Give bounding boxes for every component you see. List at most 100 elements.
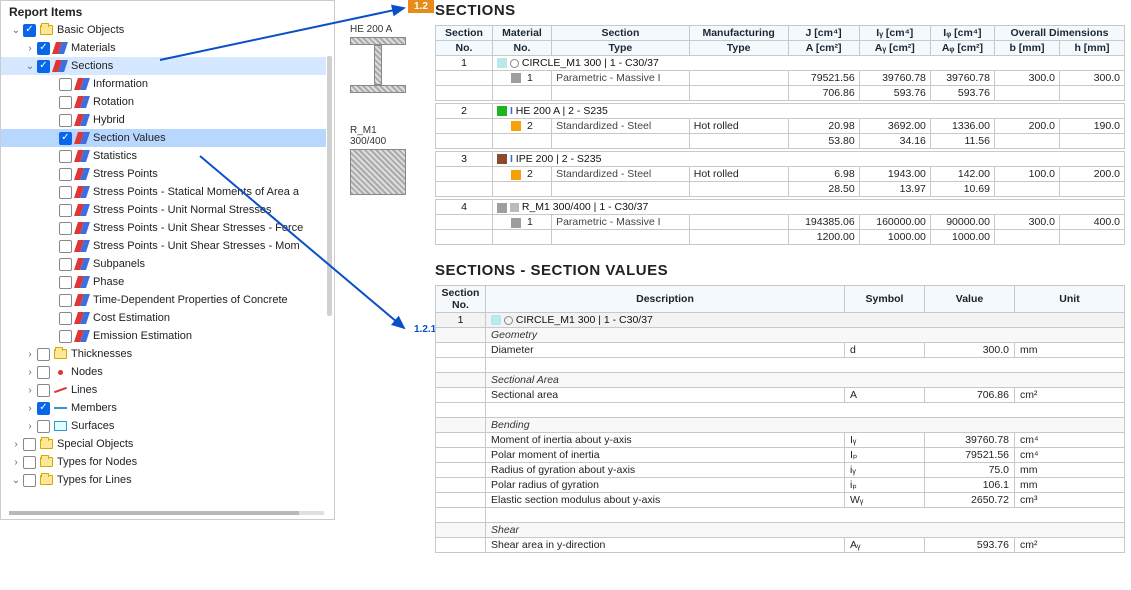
- label: Nodes: [71, 366, 103, 378]
- twisty-icon[interactable]: ⌄: [9, 25, 23, 36]
- sv-rp-row[interactable]: Polar radius of gyrationiₚ106.1mm: [436, 477, 1125, 492]
- checkbox[interactable]: [59, 186, 72, 199]
- checkbox[interactable]: [59, 114, 72, 127]
- checkbox[interactable]: [59, 312, 72, 325]
- sv-group-row[interactable]: 1 CIRCLE_M1 300 | 1 - C30/37: [436, 312, 1125, 327]
- th-Az: Aᵩ [cm²]: [930, 41, 994, 56]
- twisty-icon[interactable]: ›: [23, 403, 37, 414]
- checkbox[interactable]: [59, 96, 72, 109]
- section-row-b[interactable]: 1200.001000.001000.00: [436, 230, 1125, 245]
- node-statistics[interactable]: Statistics: [1, 147, 326, 165]
- th-J: J [cm⁴]: [788, 26, 859, 41]
- checkbox[interactable]: [59, 150, 72, 163]
- checkbox[interactable]: [37, 384, 50, 397]
- node-information[interactable]: Information: [1, 75, 326, 93]
- twisty-icon[interactable]: ›: [9, 457, 23, 468]
- section-group-row[interactable]: 2I HE 200 A | 2 - S235: [436, 104, 1125, 119]
- node-sp-unit-shear-mom[interactable]: Stress Points - Unit Shear Stresses - Mo…: [1, 237, 326, 255]
- checkbox[interactable]: [59, 78, 72, 91]
- node-types-lines[interactable]: ⌄Types for Lines: [1, 471, 326, 489]
- twisty-icon[interactable]: ›: [23, 349, 37, 360]
- checkbox[interactable]: [23, 24, 36, 37]
- node-phase[interactable]: Phase: [1, 273, 326, 291]
- node-members[interactable]: ›Members: [1, 399, 326, 417]
- twisty-icon[interactable]: ›: [23, 421, 37, 432]
- checkbox[interactable]: [37, 348, 50, 361]
- node-basic-objects[interactable]: ⌄ Basic Objects: [1, 21, 326, 39]
- checkbox[interactable]: [23, 456, 36, 469]
- node-emission[interactable]: Emission Estimation: [1, 327, 326, 345]
- section-row-a[interactable]: 1Parametric - Massive I194385.06160000.0…: [436, 215, 1125, 230]
- checkbox[interactable]: [59, 276, 72, 289]
- node-nodes[interactable]: › Nodes: [1, 363, 326, 381]
- sv-diameter-row[interactable]: Diameterd300.0mm: [436, 342, 1125, 357]
- checkbox[interactable]: [59, 330, 72, 343]
- node-sections[interactable]: ⌄ Sections: [1, 57, 326, 75]
- sv-ip-row[interactable]: Polar moment of inertiaIₚ79521.56cm⁴: [436, 447, 1125, 462]
- section-row-a[interactable]: 2Standardized - SteelHot rolled6.981943.…: [436, 167, 1125, 182]
- sv-ry-row[interactable]: Radius of gyration about y-axisiᵧ75.0mm: [436, 462, 1125, 477]
- section-row-a[interactable]: 2Standardized - SteelHot rolled20.983692…: [436, 119, 1125, 134]
- sv-wy-row[interactable]: Elastic section modulus about y-axisWᵧ26…: [436, 492, 1125, 507]
- tree-vertical-scrollbar[interactable]: [327, 56, 332, 316]
- node-sp-unit-shear-force[interactable]: Stress Points - Unit Shear Stresses - Fo…: [1, 219, 326, 237]
- sv-ay-row[interactable]: Shear area in y-directionAᵧ593.76cm²: [436, 537, 1125, 552]
- node-surfaces[interactable]: ›Surfaces: [1, 417, 326, 435]
- checkbox[interactable]: [37, 366, 50, 379]
- folder-icon: [39, 438, 54, 451]
- th-sv-desc: Description: [486, 285, 845, 312]
- line-icon: [53, 384, 68, 397]
- node-cost-est[interactable]: Cost Estimation: [1, 309, 326, 327]
- twisty-icon[interactable]: ›: [23, 43, 37, 54]
- section-icon: [53, 42, 68, 55]
- sections-heading: SECTIONS: [435, 2, 1131, 19]
- twisty-icon[interactable]: ›: [23, 385, 37, 396]
- section-group-row[interactable]: 3I IPE 200 | 2 - S235: [436, 152, 1125, 167]
- checkbox[interactable]: [59, 168, 72, 181]
- checkbox[interactable]: [37, 420, 50, 433]
- mat-no: 2: [492, 119, 551, 134]
- checkbox[interactable]: [59, 240, 72, 253]
- section-group-row[interactable]: 4 R_M1 300/400 | 1 - C30/37: [436, 200, 1125, 215]
- checkbox[interactable]: [23, 474, 36, 487]
- checkbox[interactable]: [59, 258, 72, 271]
- node-section-values[interactable]: Section Values: [1, 129, 326, 147]
- twisty-icon[interactable]: ›: [9, 439, 23, 450]
- section-row-b[interactable]: 53.8034.1611.56: [436, 134, 1125, 149]
- checkbox[interactable]: [59, 132, 72, 145]
- node-materials[interactable]: › Materials: [1, 39, 326, 57]
- checkbox[interactable]: [37, 60, 50, 73]
- label: Subpanels: [93, 258, 145, 270]
- node-stress-points[interactable]: Stress Points: [1, 165, 326, 183]
- checkbox[interactable]: [23, 438, 36, 451]
- label: Basic Objects: [57, 24, 124, 36]
- twisty-icon[interactable]: ⌄: [23, 61, 37, 72]
- section-row-b[interactable]: 706.86593.76593.76: [436, 86, 1125, 101]
- tree-horizontal-scrollbar-thumb[interactable]: [9, 511, 299, 515]
- sv-sa-row[interactable]: Sectional areaA706.86cm²: [436, 387, 1125, 402]
- section-row-b[interactable]: 28.5013.9710.69: [436, 182, 1125, 197]
- section-group-row[interactable]: 1 CIRCLE_M1 300 | 1 - C30/37: [436, 56, 1125, 71]
- node-lines[interactable]: ›Lines: [1, 381, 326, 399]
- node-sp-statical[interactable]: Stress Points - Statical Moments of Area…: [1, 183, 326, 201]
- b: 300.0: [994, 215, 1059, 230]
- node-time-dep[interactable]: Time-Dependent Properties of Concrete: [1, 291, 326, 309]
- checkbox[interactable]: [37, 42, 50, 55]
- node-subpanels[interactable]: Subpanels: [1, 255, 326, 273]
- checkbox[interactable]: [59, 294, 72, 307]
- checkbox[interactable]: [59, 222, 72, 235]
- checkbox[interactable]: [59, 204, 72, 217]
- node-rotation[interactable]: Rotation: [1, 93, 326, 111]
- section-row-a[interactable]: 1Parametric - Massive I79521.5639760.783…: [436, 71, 1125, 86]
- checkbox[interactable]: [37, 402, 50, 415]
- node-sp-unit-normal[interactable]: Stress Points - Unit Normal Stresses: [1, 201, 326, 219]
- node-special-objects[interactable]: ›Special Objects: [1, 435, 326, 453]
- twisty-icon[interactable]: ⌄: [9, 475, 23, 486]
- node-types-nodes[interactable]: ›Types for Nodes: [1, 453, 326, 471]
- node-hybrid[interactable]: Hybrid: [1, 111, 326, 129]
- tree-horizontal-scrollbar-track[interactable]: [9, 511, 324, 515]
- sv-iy-row[interactable]: Moment of inertia about y-axisIᵧ39760.78…: [436, 432, 1125, 447]
- node-thicknesses[interactable]: ›Thicknesses: [1, 345, 326, 363]
- label: Statistics: [93, 150, 137, 162]
- twisty-icon[interactable]: ›: [23, 367, 37, 378]
